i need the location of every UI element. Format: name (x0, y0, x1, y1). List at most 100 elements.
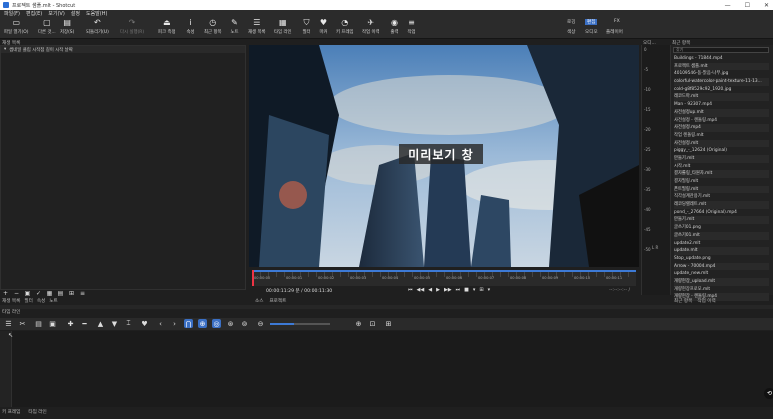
position-timecode[interactable]: 00:00:11:29 분 / 00:00:11:30 (266, 288, 332, 294)
copy-icon[interactable]: ▤ (34, 319, 43, 328)
add-icon[interactable]: + (2, 290, 9, 297)
zoom-in-icon[interactable]: ⊕ (354, 319, 363, 328)
recent-list-item[interactable]: 프로젝트 샘플.mlt (674, 62, 769, 71)
skip-next-icon[interactable]: ⏭ (456, 287, 461, 293)
properties-button[interactable]: i 속성 (186, 19, 195, 37)
cut-icon[interactable]: ✂ (18, 319, 27, 328)
tab-properties[interactable]: 속성 (37, 298, 45, 304)
recent-search-input[interactable]: 찾기 (673, 47, 769, 53)
recent-list-item[interactable]: 만들기.mlt (674, 216, 769, 225)
lift-icon[interactable]: ▲ (96, 319, 105, 328)
recent-list-item[interactable]: update.mlt (674, 247, 769, 255)
jobs-button[interactable]: ≡ 작업 (407, 19, 416, 37)
open-other-button[interactable]: ▢ 다른 것... (38, 19, 56, 37)
recent-list-item[interactable]: 직각설계관용기.mlt (674, 193, 769, 201)
prev-marker-icon[interactable]: ‹ (156, 319, 165, 328)
export-button[interactable]: ◉ 출력 (390, 19, 399, 37)
recent-list-item[interactable]: 레코딩렐레트.mlt (674, 201, 769, 209)
recent-list-item[interactable]: Man - 92307.mp4 (674, 101, 769, 109)
tab-playlist[interactable]: 재생 목록 (2, 298, 20, 304)
recent-list-item[interactable]: 사전설정.mlt (674, 139, 769, 148)
recent-list-item[interactable]: 사전설정up.mlt (674, 108, 769, 117)
timeline-tracks-area[interactable]: ↖ (0, 331, 773, 407)
tab-source[interactable]: 소스 (255, 298, 263, 304)
recent-list-item[interactable]: 만들기.mlt (674, 154, 769, 163)
fast-forward-icon[interactable]: ▶▶ (444, 287, 452, 293)
ripple-markers-icon[interactable]: ⊚ (240, 319, 249, 328)
recent-list-item[interactable]: 개량현장프로모.mlt (674, 286, 769, 294)
snap-icon[interactable]: ⋂ (184, 319, 193, 328)
filters-button[interactable]: ⛉ 필터 (302, 19, 311, 37)
marker-icon[interactable]: ♥ (140, 319, 149, 328)
recent-list-item[interactable]: update2.mlt (674, 240, 769, 248)
paste-icon[interactable]: ▣ (48, 319, 57, 328)
layout-audio[interactable]: 오디오 (585, 29, 598, 35)
tab-recent[interactable]: 최근 항목 (674, 298, 692, 304)
zoom-out-icon[interactable]: ⊖ (256, 319, 265, 328)
menu-file[interactable]: 파일(F) (4, 10, 20, 17)
timeline-button[interactable]: ▦ 타임 라인 (274, 19, 292, 37)
menu-view[interactable]: 보기(V) (48, 10, 65, 17)
layout-editing[interactable]: 편집 (585, 19, 598, 25)
open-file-button[interactable]: ▭ 파일 열기(O) (4, 19, 28, 37)
layout-color[interactable]: 색상 (567, 29, 575, 35)
playlist-header[interactable]: ▾ 썸네일 클립 시작점 길이 시작 날짜 (1, 46, 245, 53)
recent-list-item[interactable]: 결자롤링_타원자.mlt (674, 170, 769, 178)
append-icon[interactable]: ✚ (66, 319, 75, 328)
keyframes-button[interactable]: ◔ 키 프레임 (336, 19, 354, 37)
recent-button[interactable]: ◷ 최근 항목 (204, 19, 222, 37)
recent-list-item[interactable]: 글쓰기01.mlt (674, 231, 769, 240)
tab-timeline[interactable]: 타임 라인 (28, 409, 46, 415)
view-grid-icon[interactable]: ⊞ (68, 290, 75, 297)
menu-icon[interactable]: ▾ (4, 47, 6, 52)
play-icon[interactable]: ▶ (436, 287, 440, 293)
menu-edit[interactable]: 편집(E) (26, 10, 42, 17)
step-back-icon[interactable]: ◀ (428, 287, 432, 293)
timeline-zoom-slider[interactable] (270, 323, 330, 325)
layout-logging[interactable]: 로깅 (567, 19, 575, 25)
recent-list-item[interactable]: Arrow - 70004.mp4 (674, 262, 769, 271)
notes-button[interactable]: ✎ 노트 (230, 19, 239, 37)
save-button[interactable]: ▤ 저장(S) (60, 19, 74, 37)
recent-list-item[interactable]: 폰트필링.mlt (674, 185, 769, 194)
redo-button[interactable]: ↷ 다시 실행(R) (120, 19, 144, 37)
undo-button[interactable]: ↶ 되돌리기(U) (86, 19, 109, 37)
menu-help[interactable]: 도움말(H) (86, 10, 107, 17)
ripple-icon[interactable]: ◎ (212, 319, 221, 328)
playhead[interactable] (252, 270, 254, 286)
playlist-button[interactable]: ☰ 재생 목록 (248, 19, 266, 37)
recent-list-item[interactable]: cold-g8f8529c92_1920.jpg (674, 86, 769, 94)
recent-list-item[interactable]: colorful-watercolor-paint-texture-11-13.… (674, 78, 769, 86)
recent-list-item[interactable]: update_new.mlt (674, 270, 769, 278)
peak-meter-button[interactable]: ⏏ 피크 측정 (158, 19, 176, 37)
close-button[interactable]: ✕ (764, 2, 769, 9)
recent-list-item[interactable]: 40109546-동-맑음-나무.jpg (674, 70, 769, 78)
list-view-icon[interactable]: ≡ (79, 290, 86, 297)
rewind-icon[interactable]: ◀◀ (417, 287, 425, 293)
tab-filters[interactable]: 필터 (24, 298, 32, 304)
tab-keyframes[interactable]: 키 프레임 (2, 409, 20, 415)
floating-action-button[interactable]: ⟲ (764, 388, 773, 399)
update-icon[interactable]: ▣ (24, 290, 31, 297)
recent-list-item[interactable]: piggy_-_12624 (Original) (674, 147, 769, 155)
recent-list-item[interactable]: Stop_update.png (674, 255, 769, 263)
recent-list-item[interactable]: 개량현장_upload.mlt (674, 277, 769, 286)
markers-button[interactable]: ♥ 마커 (319, 19, 328, 37)
zoom-dropdown-icon[interactable]: ▾ (488, 287, 491, 293)
recent-list-item[interactable]: 사전설정.mp4 (674, 124, 769, 132)
skip-previous-icon[interactable]: ⏮ (408, 287, 413, 293)
layout-player[interactable]: 플레이어 (606, 29, 623, 35)
overwrite-icon[interactable]: ▼ (110, 319, 119, 328)
recent-list-item[interactable]: 사전설정 - 렌돌링.mp4 (674, 117, 769, 125)
layout-fx[interactable]: FX (614, 19, 620, 24)
scrub-icon[interactable]: ⊕ (198, 319, 207, 328)
tiles-icon[interactable]: ▤ (57, 290, 64, 297)
recent-list-item[interactable]: pond_-_27664 (Original).mp4 (674, 209, 769, 217)
recent-list-item[interactable]: 결자필링.mlt (674, 178, 769, 186)
record-icon[interactable]: ⊞ (384, 319, 393, 328)
minimize-button[interactable]: — (725, 2, 731, 9)
next-marker-icon[interactable]: › (170, 319, 179, 328)
volume-dropdown-icon[interactable]: ▾ (473, 287, 476, 293)
recent-list-item[interactable]: 작업 렌돌링.mlt (674, 132, 769, 140)
grid-icon[interactable]: ▦ (46, 290, 53, 297)
